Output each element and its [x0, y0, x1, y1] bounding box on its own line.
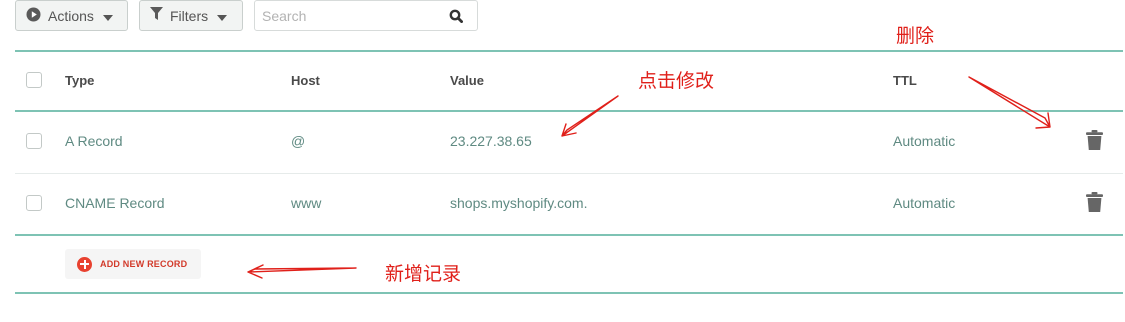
arrow-to-add-button — [247, 264, 357, 279]
arrow-to-delete — [968, 76, 1051, 129]
annotation-arrows — [247, 76, 1051, 279]
arrow-to-value — [561, 95, 619, 137]
